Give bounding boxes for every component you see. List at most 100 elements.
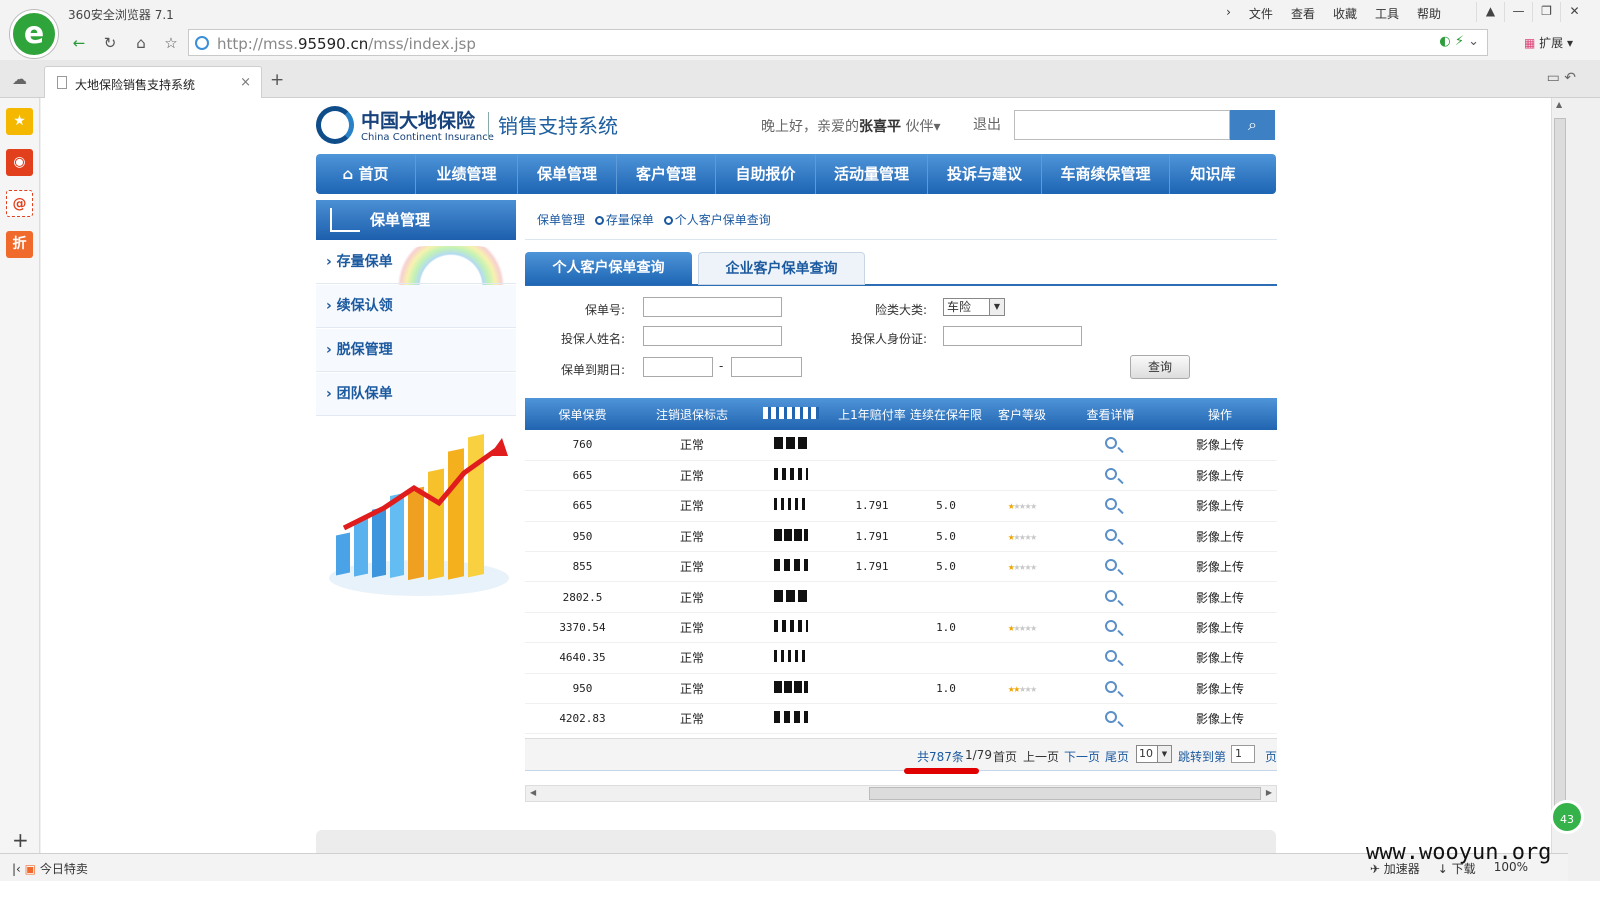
image-upload-link[interactable]: 影像上传: [1163, 642, 1277, 674]
query-button[interactable]: 查询: [1130, 355, 1190, 379]
menu-arrow-icon[interactable]: ›: [1217, 5, 1240, 22]
menu-help[interactable]: 帮助: [1408, 5, 1450, 22]
nav-quote[interactable]: 自助报价: [716, 154, 816, 194]
nav-home[interactable]: ⌂ 首页: [316, 154, 416, 194]
address-bar[interactable]: http://mss.95590.cn/mss/index.jsp ◐ ⚡ ⌄: [188, 29, 1488, 56]
side-item-team-policy[interactable]: › 团队保单: [316, 373, 516, 416]
url-text[interactable]: http://mss.95590.cn/mss/index.jsp: [217, 35, 476, 53]
favorites-icon[interactable]: ★: [6, 108, 33, 135]
tab-tools-icon[interactable]: ▭ ↶: [1547, 70, 1576, 86]
image-upload-link[interactable]: 影像上传: [1163, 430, 1277, 461]
collapse-icon[interactable]: |‹: [12, 862, 21, 876]
tab-active[interactable]: 大地保险销售支持系统 ×: [44, 66, 262, 99]
magnifier-icon[interactable]: [1104, 620, 1117, 633]
tab-close-icon[interactable]: ×: [240, 75, 251, 90]
new-tab-button[interactable]: +: [270, 70, 284, 90]
image-upload-link[interactable]: 影像上传: [1163, 581, 1277, 613]
next-page-link[interactable]: 下一页: [1064, 748, 1100, 765]
magnifier-icon[interactable]: [1104, 437, 1117, 450]
nav-policy[interactable]: 保单管理: [518, 154, 617, 194]
breadcrumb-item[interactable]: 保单管理: [537, 213, 585, 227]
first-page-link[interactable]: 首页: [993, 748, 1017, 765]
magnifier-icon[interactable]: [1104, 650, 1117, 663]
menu-favorites[interactable]: 收藏: [1324, 5, 1366, 22]
side-item-existing-policy[interactable]: › 存量保单: [316, 241, 516, 284]
image-upload-link[interactable]: 影像上传: [1163, 521, 1277, 553]
menu-view[interactable]: 查看: [1282, 5, 1324, 22]
prev-page-link[interactable]: 上一页: [1023, 748, 1059, 765]
breadcrumb-item[interactable]: 个人客户保单查询: [675, 213, 771, 227]
magnifier-icon[interactable]: [1104, 559, 1117, 572]
level-cell: [986, 581, 1058, 613]
holder-id-input[interactable]: [943, 326, 1082, 346]
search-button[interactable]: ⌕: [1230, 110, 1275, 140]
insurance-type-select[interactable]: 车险 ▼: [943, 298, 1005, 316]
nav-knowledge[interactable]: 知识库: [1170, 154, 1256, 194]
policy-no-input[interactable]: [643, 297, 782, 317]
magnifier-icon[interactable]: [1104, 468, 1117, 481]
tab-personal-query[interactable]: 个人客户保单查询: [525, 252, 692, 285]
minimize-button[interactable]: —: [1504, 2, 1532, 22]
side-item-lapsed[interactable]: › 脱保管理: [316, 329, 516, 372]
close-window-button[interactable]: ✕: [1560, 2, 1588, 22]
redaction-block: [774, 559, 808, 572]
mail-icon[interactable]: @: [6, 190, 33, 217]
today-sale-link[interactable]: 今日特卖: [40, 862, 88, 876]
nav-activity[interactable]: 活动量管理: [816, 154, 928, 194]
side-item-renewal-claim[interactable]: › 续保认领: [316, 285, 516, 328]
menu-file[interactable]: 文件: [1240, 5, 1282, 22]
scroll-thumb[interactable]: [1554, 118, 1566, 818]
cloud-icon[interactable]: ☁: [12, 70, 27, 88]
magnifier-icon[interactable]: [1104, 680, 1117, 693]
weibo-icon[interactable]: ◉: [6, 149, 33, 176]
nav-dealer-renewal[interactable]: 车商续保管理: [1042, 154, 1170, 194]
skin-icon[interactable]: ▲: [1476, 2, 1504, 22]
magnifier-icon[interactable]: [1104, 589, 1117, 602]
premium-cell: 950: [525, 521, 640, 553]
expiry-start-input[interactable]: [643, 357, 713, 377]
horizontal-scrollbar[interactable]: ◀ ▶: [525, 785, 1277, 802]
expiry-end-input[interactable]: [731, 357, 802, 377]
policy-no-label: 保单号:: [584, 303, 625, 317]
site-search-input[interactable]: [1014, 110, 1230, 140]
holder-name-input[interactable]: [643, 326, 782, 346]
tab-enterprise-query[interactable]: 企业客户保单查询: [698, 252, 865, 285]
last-page-link[interactable]: 尾页: [1105, 748, 1129, 765]
nav-performance[interactable]: 业绩管理: [416, 154, 518, 194]
jump-page-input[interactable]: 1: [1231, 745, 1255, 763]
role-dropdown[interactable]: 伙伴▾: [905, 119, 940, 135]
brand-divider: [488, 112, 489, 138]
home-icon[interactable]: ⌂: [130, 32, 152, 54]
speed-badge[interactable]: 43: [1550, 800, 1584, 834]
image-upload-link[interactable]: 影像上传: [1163, 612, 1277, 644]
breadcrumb-item[interactable]: 存量保单: [606, 213, 654, 227]
scroll-right-icon[interactable]: ▶: [1266, 788, 1272, 797]
browser-logo-icon[interactable]: e: [10, 10, 58, 58]
maximize-button[interactable]: ❐: [1532, 2, 1560, 22]
image-upload-link[interactable]: 影像上传: [1163, 460, 1277, 492]
magnifier-icon[interactable]: [1104, 528, 1117, 541]
image-upload-link[interactable]: 影像上传: [1163, 490, 1277, 522]
scroll-up-icon[interactable]: ▲: [1556, 100, 1562, 109]
magnifier-icon[interactable]: [1104, 498, 1117, 511]
discount-icon[interactable]: 折: [6, 231, 33, 258]
document-icon: [57, 76, 67, 89]
scroll-left-icon[interactable]: ◀: [530, 788, 536, 797]
image-upload-link[interactable]: 影像上传: [1163, 703, 1277, 735]
sidebar-add-icon[interactable]: +: [12, 828, 29, 852]
favorite-star-icon[interactable]: ☆: [160, 32, 182, 54]
magnifier-icon[interactable]: [1104, 711, 1117, 724]
back-icon[interactable]: ←: [68, 32, 90, 54]
h-scroll-thumb[interactable]: [869, 787, 1261, 800]
extend-button[interactable]: ▦ 扩展 ▾: [1524, 34, 1573, 51]
logout-link[interactable]: 退出: [973, 114, 1001, 134]
menu-tools[interactable]: 工具: [1366, 5, 1408, 22]
refresh-icon[interactable]: ↻: [99, 32, 121, 54]
image-upload-link[interactable]: 影像上传: [1163, 551, 1277, 583]
image-upload-link[interactable]: 影像上传: [1163, 673, 1277, 705]
vertical-scrollbar[interactable]: ▲: [1551, 98, 1568, 873]
page-size-select[interactable]: 10 ▼: [1136, 745, 1172, 763]
nav-customer[interactable]: 客户管理: [617, 154, 716, 194]
nav-complaint[interactable]: 投诉与建议: [928, 154, 1042, 194]
address-tools-icon[interactable]: ◐ ⚡ ⌄: [1439, 34, 1479, 49]
